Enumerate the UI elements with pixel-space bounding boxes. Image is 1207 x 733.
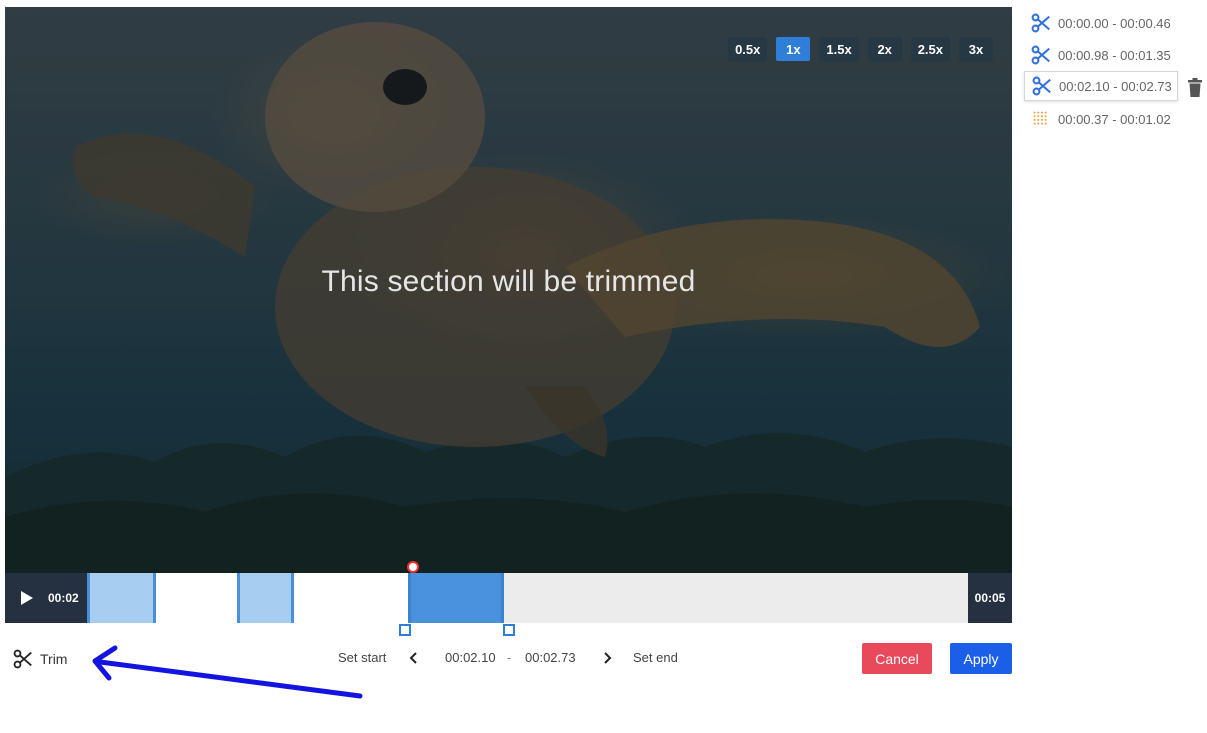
clip-range: 00:00.00 - 00:00.46 [1058, 15, 1171, 31]
scissors-icon [1031, 45, 1050, 65]
timeline[interactable]: 00:02 00:05 [5, 561, 1012, 636]
speed-3x-button[interactable]: 3x [959, 37, 993, 61]
trim-label: Trim [40, 651, 68, 667]
speed-0.5x-button[interactable]: 0.5x [728, 37, 768, 61]
playback-speed-selector: 0.5x 1x 1.5x 2x 2.5x 3x [728, 37, 993, 61]
chevron-left-icon[interactable] [408, 651, 420, 665]
duration-label: 00:05 [968, 573, 1012, 623]
start-handle[interactable] [399, 624, 411, 636]
speed-1x-button[interactable]: 1x [776, 37, 811, 61]
trim-message: This section will be trimmed [321, 265, 696, 298]
clip-range: 00:00.37 - 00:01.02 [1058, 111, 1171, 127]
end-handle[interactable] [503, 624, 515, 636]
clip-range: 00:00.98 - 00:01.35 [1058, 47, 1171, 63]
timeline-clip-1[interactable] [87, 573, 156, 623]
play-control: 00:02 [5, 573, 87, 623]
scissors-icon [1031, 13, 1050, 33]
timeline-clip-active[interactable] [408, 573, 504, 623]
play-icon[interactable] [20, 590, 34, 606]
apply-button[interactable]: Apply [950, 643, 1012, 674]
speed-2.5x-button[interactable]: 2.5x [910, 37, 950, 61]
speed-2x-button[interactable]: 2x [867, 37, 902, 61]
scissors-icon [13, 649, 32, 669]
video-player[interactable]: This section will be trimmed 0.5x 1x 1.5… [5, 7, 1012, 573]
trash-icon[interactable] [1187, 78, 1203, 98]
scissors-icon [1032, 76, 1051, 96]
time-separator: - [507, 650, 512, 665]
trim-button[interactable]: Trim [12, 648, 67, 670]
start-time-value: 00:02.10 [445, 650, 496, 665]
set-end-button[interactable]: Set end [633, 650, 678, 665]
annotation-arrow-icon [92, 645, 363, 699]
current-time: 00:02 [48, 591, 79, 605]
playhead-marker[interactable] [407, 561, 419, 573]
dotted-grid-icon [1033, 111, 1047, 125]
clip-list-item[interactable]: 00:00.98 - 00:01.35 [1024, 40, 1178, 70]
clip-list-item[interactable]: 00:00.00 - 00:00.46 [1024, 8, 1178, 38]
speed-1.5x-button[interactable]: 1.5x [819, 37, 859, 61]
cancel-button[interactable]: Cancel [862, 643, 932, 674]
clip-list-item-selected[interactable]: 00:02.10 - 00:02.73 [1024, 71, 1178, 101]
clip-list-item[interactable]: 00:00.37 - 00:01.02 [1024, 104, 1178, 134]
set-start-button[interactable]: Set start [338, 650, 386, 665]
chevron-right-icon[interactable] [601, 651, 613, 665]
clip-range: 00:02.10 - 00:02.73 [1059, 78, 1172, 94]
end-time-value: 00:02.73 [525, 650, 576, 665]
timeline-clip-2[interactable] [237, 573, 294, 623]
